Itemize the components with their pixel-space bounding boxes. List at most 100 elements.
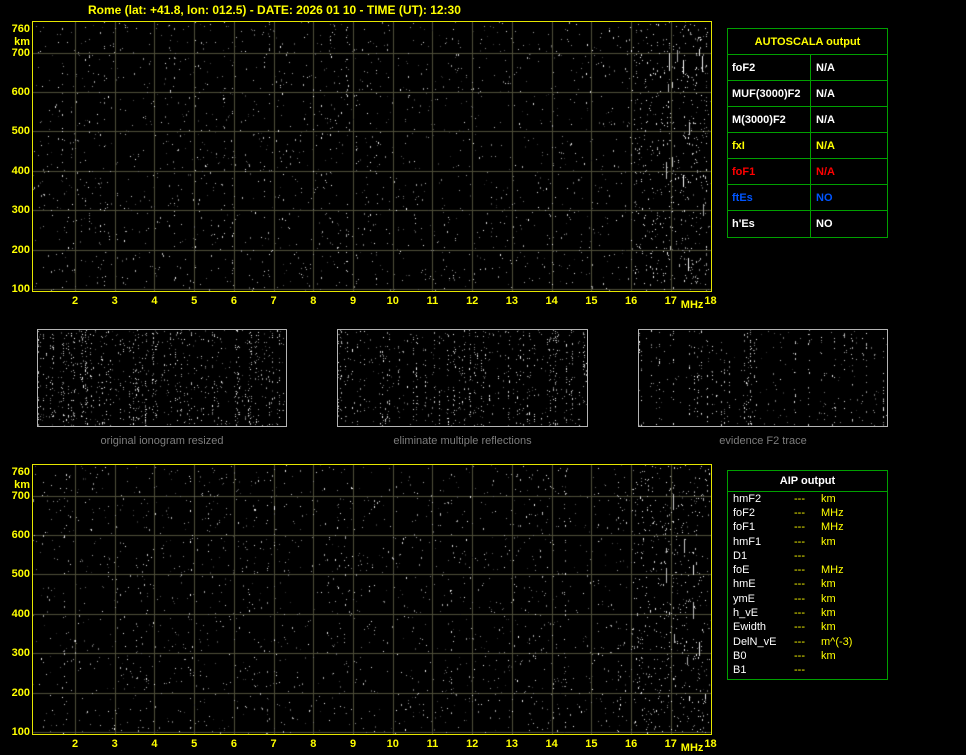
aip-param-value: --- (794, 549, 805, 562)
autoscala-row: M(3000)F2 N/A (728, 107, 887, 133)
y-tick-label: 700 (11, 489, 30, 502)
autoscala-param-name: MUF(3000)F2 (728, 81, 811, 106)
x-tick-label: 6 (230, 738, 237, 750)
thumbnail-f2-trace (638, 329, 888, 427)
aip-param-name: foF1 (733, 521, 756, 534)
thumbnail-f2-trace-canvas (639, 330, 887, 426)
y-tick-label: 400 (11, 164, 30, 177)
thumbnail-caption-original: original ionogram resized (100, 435, 224, 447)
aip-param-value: --- (794, 607, 805, 620)
x-tick-label: 17 (664, 295, 677, 307)
y-tick-label: 100 (11, 726, 30, 739)
x-tick-label: 13 (505, 295, 519, 307)
aip-row: hmF1 --- km (728, 535, 887, 549)
autoscala-row: h'Es NO (728, 211, 887, 237)
autoscala-param-name: foF2 (728, 55, 811, 80)
x-axis-unit-label: MHz (680, 742, 704, 754)
autoscala-param-value: N/A (816, 139, 835, 152)
aip-param-unit: MHz (821, 564, 844, 577)
x-tick-label: 13 (505, 738, 519, 750)
y-tick-label: 760 (11, 466, 30, 478)
autoscala-param-value: N/A (816, 87, 835, 100)
y-tick-label: 500 (11, 568, 30, 581)
autoscala-window: Rome (lat: +41.8, lon: 012.5) - DATE: 20… (0, 0, 966, 755)
autoscala-param-name: h'Es (728, 211, 811, 237)
thumbnail-multiple-reflections (337, 329, 588, 427)
x-tick-label: 5 (191, 738, 198, 750)
x-tick-label: 15 (585, 295, 598, 307)
aip-param-unit: km (821, 592, 836, 605)
page-title: Rome (lat: +41.8, lon: 012.5) - DATE: 20… (88, 3, 461, 17)
aip-param-unit: km (821, 492, 836, 505)
y-tick-label: 200 (11, 686, 30, 699)
aip-param-unit: km (821, 621, 836, 634)
aip-param-unit: km (821, 578, 836, 591)
autoscala-param-name: ftEs (728, 185, 811, 210)
aip-row: foF2 --- MHz (728, 506, 887, 520)
x-tick-label: 18 (704, 295, 717, 307)
aip-param-name: ymE (733, 592, 755, 605)
aip-param-value: --- (794, 578, 805, 591)
x-tick-label: 16 (624, 738, 638, 750)
autoscala-param-value: NO (816, 218, 833, 230)
aip-row: B0 --- km (728, 649, 887, 663)
x-tick-label: 7 (270, 738, 277, 750)
autoscala-param-name: foF1 (728, 159, 811, 184)
aip-param-unit: MHz (821, 506, 844, 519)
y-tick-label: 200 (11, 243, 30, 256)
y-tick-label: 760 (11, 23, 30, 35)
aip-row: h_vE --- km (728, 606, 887, 620)
thumbnail-original-canvas (38, 330, 286, 426)
x-tick-label: 12 (466, 295, 479, 307)
aip-row: ymE --- km (728, 592, 887, 606)
x-tick-label: 14 (545, 738, 558, 750)
ionogram-plot-top (32, 21, 712, 292)
aip-row: B1 --- (728, 664, 887, 678)
aip-param-unit: MHz (821, 521, 844, 534)
y-tick-label: 100 (11, 283, 30, 296)
aip-row: hmE --- km (728, 578, 887, 592)
aip-param-name: hmE (733, 578, 756, 591)
aip-param-value: --- (794, 664, 805, 677)
x-tick-label: 3 (111, 738, 118, 750)
autoscala-param-name: fxI (728, 133, 811, 158)
aip-table-body: hmF2 --- km foF2 --- MHz foF1 --- MHz hmF1 --- km D1… (728, 492, 887, 678)
aip-row: hmF2 --- km (728, 492, 887, 506)
autoscala-row: foF1 N/A (728, 159, 887, 185)
aip-param-unit: m^(-3) (821, 635, 853, 648)
x-tick-label: 15 (585, 738, 598, 750)
x-tick-label: 18 (704, 738, 717, 750)
ionogram-plot-bottom (32, 464, 712, 735)
x-tick-label: 2 (71, 738, 79, 750)
aip-param-name: h_vE (733, 607, 759, 620)
aip-param-value: --- (794, 592, 805, 605)
autoscala-row: foF2 N/A (728, 55, 887, 81)
aip-row: Ewidth --- km (728, 621, 887, 635)
autoscala-table: AUTOSCALA output foF2 N/A MUF(3000)F2 N/A M(… (727, 28, 888, 238)
aip-param-value: --- (794, 492, 805, 505)
aip-table-title: AIP output (728, 471, 887, 492)
x-tick-label: 8 (310, 295, 317, 307)
aip-param-value: --- (794, 535, 805, 548)
x-tick-label: 6 (230, 295, 237, 307)
autoscala-table-body: foF2 N/A MUF(3000)F2 N/A M(3000)F2 N/A fxI N/A f… (728, 55, 887, 237)
y-tick-label: 300 (11, 647, 30, 660)
x-axis-unit-label: MHz (680, 299, 704, 311)
aip-row: D1 --- (728, 549, 887, 563)
autoscala-row: ftEs NO (728, 185, 887, 211)
x-tick-label: 4 (151, 295, 158, 307)
autoscala-row: MUF(3000)F2 N/A (728, 81, 887, 107)
aip-param-name: B0 (733, 649, 747, 662)
autoscala-param-value: N/A (816, 61, 835, 74)
autoscala-param-value: NO (816, 191, 833, 204)
y-axis-unit-label: km (14, 479, 30, 491)
x-tick-label: 14 (545, 295, 558, 307)
y-tick-label: 700 (11, 46, 30, 59)
x-tick-label: 16 (624, 295, 638, 307)
ionogram-canvas-top (33, 22, 711, 291)
aip-param-value: --- (794, 506, 805, 519)
x-tick-label: 9 (349, 295, 357, 307)
aip-param-name: B1 (733, 664, 747, 677)
aip-param-unit: km (821, 535, 836, 548)
x-tick-label: 8 (310, 738, 317, 750)
